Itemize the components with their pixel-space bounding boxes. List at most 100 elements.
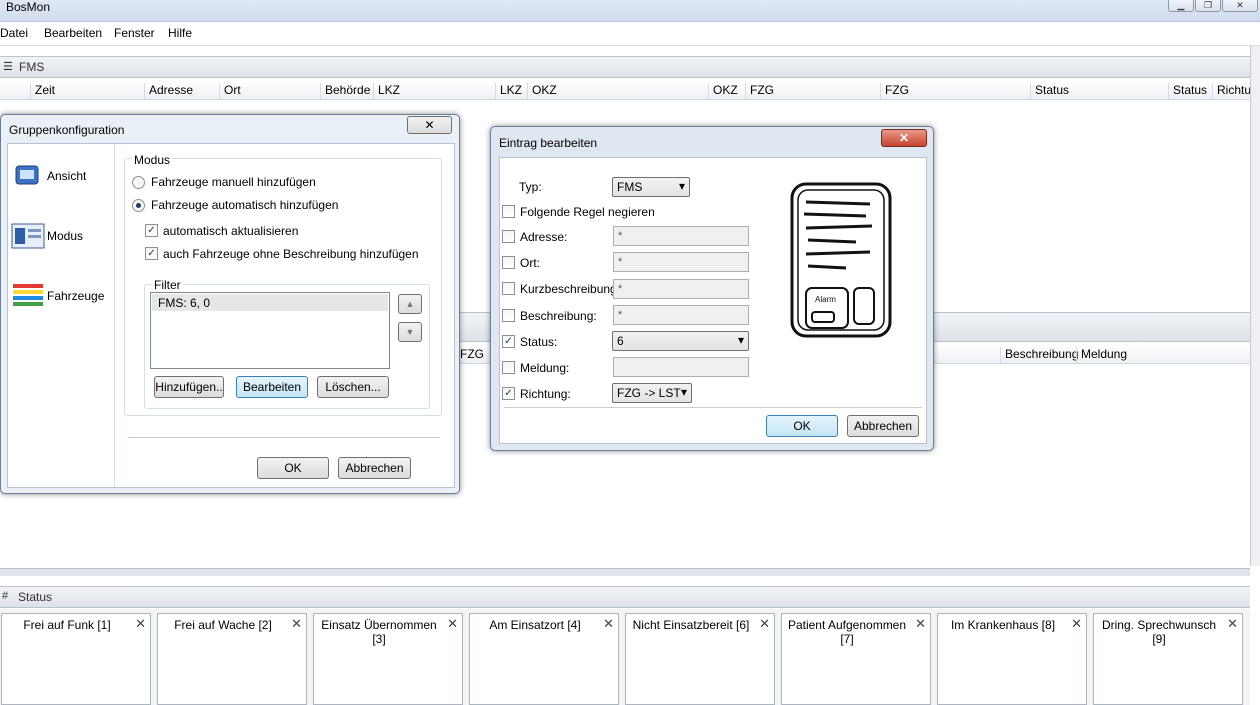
- col-status-2[interactable]: Status: [1168, 83, 1207, 99]
- close-icon[interactable]: ✕: [291, 616, 302, 632]
- col-zeit[interactable]: Zeit: [30, 83, 55, 99]
- status-card-label: Dring. Sprechwunsch [9]: [1101, 618, 1217, 646]
- dialog-close-button[interactable]: ✕: [407, 116, 452, 134]
- typ-select[interactable]: FMS: [612, 177, 690, 197]
- status-card-6[interactable]: Nicht Einsatzbereit [6] ✕: [625, 613, 775, 705]
- gruppenkonfiguration-dialog: Gruppenkonfiguration ✕ Ansicht Modus Fah…: [0, 114, 460, 494]
- status-select[interactable]: 6: [612, 331, 749, 351]
- beschreibung-input[interactable]: *: [613, 305, 749, 325]
- radio-auto-label: Fahrzeuge automatisch hinzufügen: [151, 198, 339, 212]
- status-card-8[interactable]: Im Krankenhaus [8] ✕: [937, 613, 1087, 705]
- beschreibung-label: Beschreibung:: [520, 309, 597, 323]
- menu-fenster[interactable]: Fenster: [114, 26, 155, 40]
- checkbox-auto-update[interactable]: ✓: [145, 224, 158, 237]
- radio-manual[interactable]: [132, 176, 145, 189]
- dialog-close-button[interactable]: ✕: [881, 129, 927, 147]
- status-card-1[interactable]: Frei auf Funk [1] ✕: [1, 613, 151, 705]
- col-meldung[interactable]: Meldung: [1076, 347, 1127, 363]
- close-icon[interactable]: ✕: [915, 616, 926, 632]
- dialog-title: Eintrag bearbeiten: [499, 136, 598, 150]
- ort-input[interactable]: *: [613, 252, 749, 272]
- close-icon[interactable]: ✕: [447, 616, 458, 632]
- arrow-up-icon: ▲: [405, 299, 415, 309]
- status-card-label: Frei auf Wache [2]: [174, 618, 272, 632]
- meldung-input[interactable]: [613, 357, 749, 377]
- checkbox-no-description-label: auch Fahrzeuge ohne Beschreibung hinzufü…: [163, 247, 419, 261]
- cancel-button[interactable]: Abbrechen: [338, 457, 411, 479]
- checkbox-richtung[interactable]: ✓: [502, 387, 515, 400]
- fms-panel-title: FMS: [19, 60, 45, 74]
- col-ort[interactable]: Ort: [219, 83, 241, 99]
- hash-icon: #: [2, 590, 9, 602]
- nav-ansicht[interactable]: Ansicht: [47, 169, 86, 183]
- col-okz-2[interactable]: OKZ: [708, 83, 738, 99]
- ok-button[interactable]: OK: [766, 415, 838, 437]
- col-fzg-2[interactable]: FZG: [880, 83, 909, 99]
- close-icon[interactable]: ✕: [135, 616, 146, 632]
- ok-button[interactable]: OK: [257, 457, 329, 479]
- status-card-9[interactable]: Dring. Sprechwunsch [9] ✕: [1093, 613, 1243, 705]
- col-adresse[interactable]: Adresse: [144, 83, 193, 99]
- close-icon[interactable]: ✕: [1071, 616, 1082, 632]
- ansicht-icon: [14, 162, 42, 188]
- richtung-label: Richtung:: [520, 387, 571, 401]
- richtung-select[interactable]: FZG -> LST: [612, 383, 692, 403]
- col-lkz[interactable]: LKZ: [373, 83, 400, 99]
- checkbox-status[interactable]: ✓: [502, 335, 515, 348]
- col-status[interactable]: Status: [1030, 83, 1069, 99]
- menu-hilfe[interactable]: Hilfe: [168, 26, 192, 40]
- splitter[interactable]: [0, 568, 1250, 576]
- status-card-label: Nicht Einsatzbereit [6]: [632, 618, 750, 632]
- main-scrollbar[interactable]: [1250, 46, 1260, 566]
- checkbox-beschreibung[interactable]: [502, 309, 515, 322]
- col-behoerde[interactable]: Behörde: [320, 83, 370, 99]
- status-card-label: Einsatz Übernommen [3]: [321, 618, 437, 646]
- col-okz[interactable]: OKZ: [527, 83, 557, 99]
- adresse-input[interactable]: *: [613, 226, 749, 246]
- divider: [504, 407, 922, 408]
- nav-modus[interactable]: Modus: [47, 229, 83, 243]
- checkbox-ort[interactable]: [502, 256, 515, 269]
- status-panel-title: Status: [18, 590, 53, 604]
- menu-datei[interactable]: Datei: [0, 26, 28, 40]
- kurzbeschreibung-input[interactable]: *: [613, 279, 749, 299]
- edit-filter-button[interactable]: Bearbeiten: [236, 376, 308, 398]
- delete-filter-button[interactable]: Löschen...: [317, 376, 389, 398]
- col-fzg[interactable]: FZG: [745, 83, 774, 99]
- status-card-2[interactable]: Frei auf Wache [2] ✕: [157, 613, 307, 705]
- move-down-button[interactable]: ▼: [398, 322, 422, 342]
- add-filter-button[interactable]: Hinzufügen..: [154, 376, 224, 398]
- cancel-button[interactable]: Abbrechen: [847, 415, 919, 437]
- status-card-4[interactable]: Am Einsatzort [4] ✕: [469, 613, 619, 705]
- close-icon[interactable]: ✕: [603, 616, 614, 632]
- col-beschreibung[interactable]: Beschreibung: [1000, 347, 1078, 363]
- kurzbeschreibung-label: Kurzbeschreibung:: [520, 282, 621, 296]
- checkbox-negate[interactable]: [502, 205, 515, 218]
- window-close-button[interactable]: ✕: [1222, 0, 1258, 12]
- radio-auto[interactable]: [132, 199, 145, 212]
- close-icon[interactable]: ✕: [759, 616, 770, 632]
- checkbox-meldung[interactable]: [502, 361, 515, 374]
- dialog-body: Ansicht Modus Fahrzeuge Modus Fahrzeuge …: [7, 143, 455, 488]
- status-card-3[interactable]: Einsatz Übernommen [3] ✕: [313, 613, 463, 705]
- col-lkz-2[interactable]: LKZ: [495, 83, 522, 99]
- checkbox-kurzbeschreibung[interactable]: [502, 282, 515, 295]
- modus-icon: [11, 222, 45, 250]
- filter-list[interactable]: FMS: 6, 0: [150, 292, 390, 369]
- eintrag-bearbeiten-dialog: Eintrag bearbeiten ✕ Typ: FMS Folgende R…: [490, 126, 934, 451]
- nav-fahrzeuge[interactable]: Fahrzeuge: [47, 289, 104, 303]
- minimize-button[interactable]: ▁: [1168, 0, 1194, 12]
- status-card-7[interactable]: Patient Aufgenommen [7] ✕: [781, 613, 931, 705]
- maximize-button[interactable]: ❐: [1195, 0, 1221, 12]
- status-value: 6: [617, 334, 624, 348]
- app-title: BosMon: [6, 0, 51, 14]
- filter-list-item[interactable]: FMS: 6, 0: [152, 294, 388, 311]
- richtung-value: FZG -> LST: [617, 386, 681, 400]
- menu-bearbeiten[interactable]: Bearbeiten: [44, 26, 102, 40]
- close-icon[interactable]: ✕: [1227, 616, 1238, 632]
- checkbox-no-description[interactable]: ✓: [145, 247, 158, 260]
- move-up-button[interactable]: ▲: [398, 294, 422, 314]
- checkbox-adresse[interactable]: [502, 230, 515, 243]
- nav-panel: Ansicht Modus Fahrzeuge: [8, 144, 115, 487]
- typ-value: FMS: [617, 180, 643, 194]
